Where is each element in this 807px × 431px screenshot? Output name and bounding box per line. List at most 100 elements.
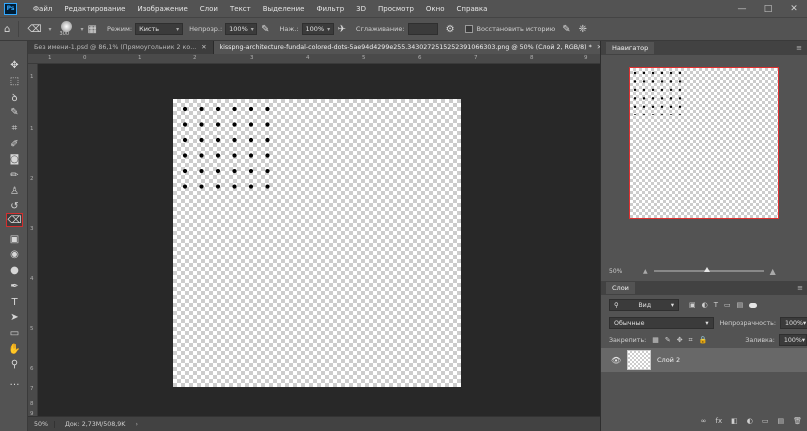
- navigator-zoom-value[interactable]: 50%: [609, 268, 627, 275]
- tab-kisspng[interactable]: kisspng-architecture-fundal-colored-dots…: [213, 41, 610, 54]
- document-canvas[interactable]: [173, 99, 461, 387]
- trash-icon[interactable]: 🗑: [793, 417, 802, 425]
- menu-layers[interactable]: Слои: [194, 5, 224, 13]
- zoom-level[interactable]: 50%: [28, 420, 55, 428]
- type-tool[interactable]: T: [6, 295, 23, 309]
- mode-select[interactable]: Кисть ▾: [135, 23, 184, 35]
- move-tool[interactable]: ✥: [6, 58, 23, 72]
- pressure-input[interactable]: 100% ▾: [301, 23, 334, 35]
- pressure-size-icon[interactable]: ✎: [562, 24, 570, 35]
- filter-smart-icon[interactable]: ▤: [737, 301, 744, 309]
- menu-edit[interactable]: Редактирование: [58, 5, 131, 13]
- add-mask-icon[interactable]: ◧: [731, 417, 738, 425]
- marquee-tool[interactable]: ⬚: [6, 74, 23, 88]
- airbrush-icon[interactable]: ✈: [338, 24, 346, 35]
- layer-opacity-input[interactable]: 100% ▾: [780, 317, 807, 329]
- tab-navigator[interactable]: Навигатор: [606, 42, 655, 54]
- chevron-right-icon[interactable]: ›: [135, 421, 138, 428]
- close-window-button[interactable]: ✕: [781, 0, 807, 17]
- layer-name[interactable]: Слой 2: [657, 356, 680, 364]
- filter-type-icon[interactable]: T: [714, 301, 718, 309]
- zoom-slider[interactable]: [653, 267, 764, 272]
- filter-toggle[interactable]: [749, 302, 758, 308]
- maximize-button[interactable]: □: [755, 0, 781, 17]
- zoom-out-icon[interactable]: ▲: [643, 268, 648, 275]
- link-layers-icon[interactable]: ∞: [701, 417, 707, 425]
- eraser-preset-icon[interactable]: ⌫: [27, 24, 41, 35]
- layer-row[interactable]: 👁 Слой 2: [601, 348, 807, 372]
- healing-tool[interactable]: ◙: [6, 152, 23, 166]
- zoom-slider-handle[interactable]: [703, 267, 710, 272]
- opacity-input[interactable]: 100% ▾: [225, 23, 258, 35]
- restore-history-checkbox[interactable]: [464, 25, 473, 33]
- pen-tool[interactable]: ✒: [6, 279, 23, 293]
- shape-icon: ▭: [9, 327, 20, 339]
- brush-tool[interactable]: ✏: [6, 168, 23, 182]
- menu-select[interactable]: Выделение: [257, 5, 311, 13]
- vertical-ruler[interactable]: 1123456789: [28, 64, 38, 417]
- menu-window[interactable]: Окно: [420, 5, 451, 13]
- type-icon: T: [11, 296, 18, 308]
- history-brush-tool[interactable]: ↺: [6, 199, 23, 213]
- lock-position-icon[interactable]: ✥: [677, 336, 683, 344]
- layer-style-icon[interactable]: fx: [716, 417, 723, 425]
- menu-help[interactable]: Справка: [451, 5, 494, 13]
- dodge-tool[interactable]: ●: [6, 263, 23, 277]
- new-layer-icon[interactable]: ▤: [777, 417, 784, 425]
- lock-pixels-icon[interactable]: ✎: [665, 336, 671, 344]
- canvas-workspace[interactable]: [38, 64, 600, 416]
- chevron-down-icon[interactable]: ▾: [49, 26, 52, 33]
- adjustment-layer-icon[interactable]: ◐: [747, 417, 753, 425]
- quick-select-tool[interactable]: ✎: [6, 105, 23, 119]
- dot: [669, 105, 673, 109]
- more-tools[interactable]: …: [6, 375, 23, 389]
- lasso-tool[interactable]: ꝺ: [6, 90, 23, 104]
- menu-type[interactable]: Текст: [224, 5, 257, 13]
- navigator-preview[interactable]: [629, 67, 779, 219]
- filter-shape-icon[interactable]: ▭: [724, 301, 731, 309]
- panel-menu-icon[interactable]: ≡: [796, 44, 802, 52]
- close-icon[interactable]: ✕: [201, 44, 206, 51]
- lock-artboard-icon[interactable]: ⌗: [689, 336, 693, 345]
- eye-icon[interactable]: 👁: [611, 356, 623, 365]
- gear-icon[interactable]: ⚙: [446, 24, 455, 35]
- symmetry-icon[interactable]: ❈: [579, 24, 587, 35]
- eyedropper-tool[interactable]: ✐: [6, 137, 23, 151]
- shape-tool[interactable]: ▭: [6, 326, 23, 340]
- tab-untitled-psd[interactable]: Без имени-1.psd @ 86,1% (Прямоугольник 2…: [28, 41, 214, 54]
- menu-view[interactable]: Просмотр: [372, 5, 420, 13]
- stamp-tool[interactable]: ♙: [6, 184, 23, 198]
- crop-tool[interactable]: ⌗: [6, 121, 23, 135]
- filter-adjustment-icon[interactable]: ◐: [702, 301, 708, 309]
- menu-3d[interactable]: 3D: [350, 5, 372, 13]
- dot: [265, 137, 270, 143]
- blur-tool[interactable]: ◉: [6, 247, 23, 261]
- menu-file[interactable]: Файл: [27, 5, 58, 13]
- path-select-tool[interactable]: ➤: [6, 310, 23, 324]
- horizontal-ruler[interactable]: 1 0 1 2 3 4 5 6 7 8 9: [28, 54, 600, 64]
- gradient-tool[interactable]: ▣: [6, 232, 23, 246]
- zoom-tool[interactable]: ⚲: [6, 357, 23, 371]
- chevron-down-icon[interactable]: ▾: [81, 26, 84, 33]
- menu-image[interactable]: Изображение: [131, 5, 193, 13]
- pressure-opacity-icon[interactable]: ✎: [261, 24, 269, 35]
- smoothing-input[interactable]: [407, 23, 438, 35]
- brush-settings-icon[interactable]: ▦: [88, 24, 97, 35]
- blend-mode-select[interactable]: Обычные ▾: [609, 317, 714, 329]
- fill-input[interactable]: 100% ▾: [778, 334, 807, 346]
- brush-size-picker[interactable]: 300: [58, 20, 76, 38]
- tab-layers[interactable]: Слои: [606, 282, 635, 294]
- eraser-tool[interactable]: ⌫: [6, 213, 23, 227]
- menu-filter[interactable]: Фильтр: [310, 5, 350, 13]
- zoom-in-icon[interactable]: ▲: [770, 267, 776, 276]
- layer-kind-select[interactable]: ⚲ Вид ▾: [609, 299, 679, 311]
- filter-pixel-icon[interactable]: ▣: [689, 301, 696, 309]
- home-icon[interactable]: ⌂: [4, 24, 10, 35]
- lock-all-icon[interactable]: 🔒: [699, 336, 708, 344]
- eraser-icon: ⌫: [7, 214, 22, 226]
- panel-menu-icon[interactable]: ≡: [797, 284, 803, 292]
- new-group-icon[interactable]: ▭: [762, 417, 769, 425]
- hand-tool[interactable]: ✋: [6, 342, 23, 356]
- minimize-button[interactable]: —: [729, 0, 755, 17]
- lock-transparent-icon[interactable]: ▦: [652, 336, 659, 344]
